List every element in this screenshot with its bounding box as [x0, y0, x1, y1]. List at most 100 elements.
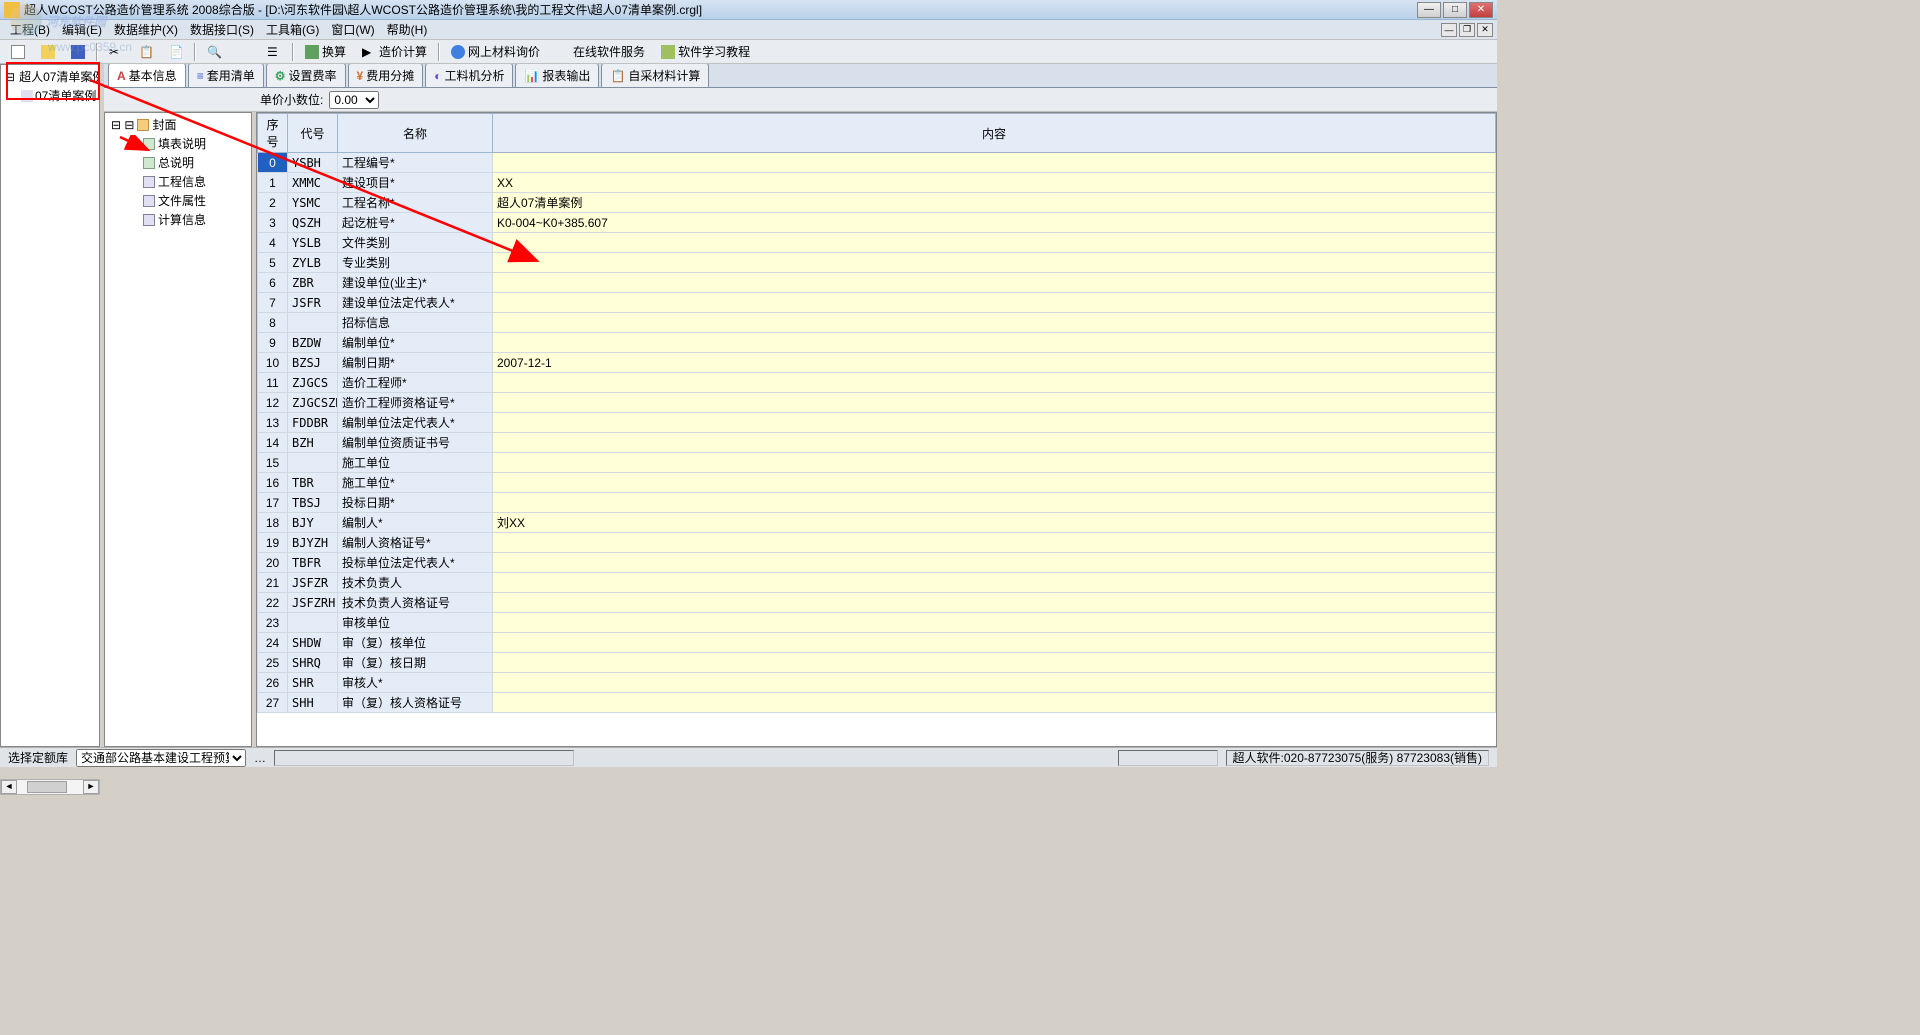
- cell-name[interactable]: 编制单位*: [338, 333, 493, 353]
- cell-name[interactable]: 审（复）核人资格证号: [338, 693, 493, 713]
- table-row[interactable]: 18 BJY 编制人* 刘XX: [258, 513, 1496, 533]
- tab-0[interactable]: A基本信息: [108, 64, 186, 87]
- cell-name[interactable]: 造价工程师资格证号*: [338, 393, 493, 413]
- cell-name[interactable]: 招标信息: [338, 313, 493, 333]
- toolbar-list[interactable]: ☰: [260, 42, 288, 62]
- table-row[interactable]: 24 SHDW 审（复）核单位: [258, 633, 1496, 653]
- tab-1[interactable]: ≡套用清单: [188, 64, 264, 87]
- toolbar-save[interactable]: [64, 42, 92, 62]
- toolbar-online-price[interactable]: 网上材料询价: [444, 40, 547, 63]
- table-row[interactable]: 20 TBFR 投标单位法定代表人*: [258, 553, 1496, 573]
- cell-name[interactable]: 审（复）核单位: [338, 633, 493, 653]
- cell-content[interactable]: [493, 433, 1496, 453]
- col-header-1[interactable]: 代号: [288, 114, 338, 153]
- col-header-2[interactable]: 名称: [338, 114, 493, 153]
- cell-code[interactable]: BZSJ: [288, 353, 338, 373]
- section-node-4[interactable]: 文件属性: [107, 191, 249, 210]
- table-row[interactable]: 11 ZJGCS 造价工程师*: [258, 373, 1496, 393]
- cell-content[interactable]: [493, 413, 1496, 433]
- cell-name[interactable]: 工程名称*: [338, 193, 493, 213]
- cell-content[interactable]: [493, 453, 1496, 473]
- table-row[interactable]: 16 TBR 施工单位*: [258, 473, 1496, 493]
- table-row[interactable]: 9 BZDW 编制单位*: [258, 333, 1496, 353]
- tab-3[interactable]: ¥费用分摊: [348, 64, 424, 87]
- table-row[interactable]: 0 YSBH 工程编号*: [258, 153, 1496, 173]
- cell-name[interactable]: 建设项目*: [338, 173, 493, 193]
- table-row[interactable]: 25 SHRQ 审（复）核日期: [258, 653, 1496, 673]
- cell-content[interactable]: XX: [493, 173, 1496, 193]
- section-node-1[interactable]: 填表说明: [107, 134, 249, 153]
- cell-code[interactable]: JSFZR: [288, 573, 338, 593]
- cell-name[interactable]: 编制人*: [338, 513, 493, 533]
- section-node-2[interactable]: 总说明: [107, 153, 249, 172]
- cell-name[interactable]: 审核单位: [338, 613, 493, 633]
- cell-content[interactable]: [493, 313, 1496, 333]
- cell-content[interactable]: [493, 373, 1496, 393]
- table-row[interactable]: 6 ZBR 建设单位(业主)*: [258, 273, 1496, 293]
- section-node-3[interactable]: 工程信息: [107, 172, 249, 191]
- cell-code[interactable]: YSLB: [288, 233, 338, 253]
- mdi-close[interactable]: ✕: [1477, 23, 1493, 37]
- menu-edit[interactable]: 编辑(E): [56, 19, 108, 40]
- cell-content[interactable]: 刘XX: [493, 513, 1496, 533]
- cell-code[interactable]: BJYZH: [288, 533, 338, 553]
- cell-name[interactable]: 起讫桩号*: [338, 213, 493, 233]
- cell-content[interactable]: [493, 493, 1496, 513]
- cell-content[interactable]: [493, 633, 1496, 653]
- cell-name[interactable]: 审核人*: [338, 673, 493, 693]
- cell-code[interactable]: XMMC: [288, 173, 338, 193]
- table-row[interactable]: 8 招标信息: [258, 313, 1496, 333]
- close-button[interactable]: ✕: [1469, 2, 1493, 18]
- cell-name[interactable]: 投标日期*: [338, 493, 493, 513]
- cell-content[interactable]: 超人07清单案例: [493, 193, 1496, 213]
- cell-content[interactable]: [493, 273, 1496, 293]
- cell-content[interactable]: [493, 573, 1496, 593]
- mdi-restore[interactable]: ❐: [1459, 23, 1475, 37]
- cell-name[interactable]: 施工单位*: [338, 473, 493, 493]
- cell-code[interactable]: TBSJ: [288, 493, 338, 513]
- table-row[interactable]: 26 SHR 审核人*: [258, 673, 1496, 693]
- cell-code[interactable]: ZYLB: [288, 253, 338, 273]
- cell-code[interactable]: TBFR: [288, 553, 338, 573]
- table-row[interactable]: 13 FDDBR 编制单位法定代表人*: [258, 413, 1496, 433]
- cell-content[interactable]: [493, 553, 1496, 573]
- menu-data-interface[interactable]: 数据接口(S): [184, 19, 260, 40]
- table-row[interactable]: 10 BZSJ 编制日期* 2007-12-1: [258, 353, 1496, 373]
- maximize-button[interactable]: □: [1443, 2, 1467, 18]
- cell-name[interactable]: 建设单位法定代表人*: [338, 293, 493, 313]
- tab-5[interactable]: 📊报表输出: [515, 64, 599, 87]
- cell-name[interactable]: 建设单位(业主)*: [338, 273, 493, 293]
- table-row[interactable]: 12 ZJGCSZH 造价工程师资格证号*: [258, 393, 1496, 413]
- cell-content[interactable]: [493, 653, 1496, 673]
- col-header-3[interactable]: 内容: [493, 114, 1496, 153]
- cell-content[interactable]: [493, 613, 1496, 633]
- cell-content[interactable]: [493, 233, 1496, 253]
- toolbar-cut[interactable]: ✂: [102, 42, 130, 62]
- table-row[interactable]: 15 施工单位: [258, 453, 1496, 473]
- table-row[interactable]: 19 BJYZH 编制人资格证号*: [258, 533, 1496, 553]
- cell-content[interactable]: [493, 293, 1496, 313]
- table-row[interactable]: 27 SHH 审（复）核人资格证号: [258, 693, 1496, 713]
- quota-select[interactable]: 交通部公路基本建设工程预算定额1996: [76, 749, 246, 767]
- toolbar-paste[interactable]: 📄: [162, 42, 190, 62]
- table-row[interactable]: 21 JSFZR 技术负责人: [258, 573, 1496, 593]
- cell-code[interactable]: SHH: [288, 693, 338, 713]
- cell-content[interactable]: [493, 673, 1496, 693]
- cell-code[interactable]: SHRQ: [288, 653, 338, 673]
- menu-project[interactable]: 工程(B): [4, 19, 56, 40]
- table-row[interactable]: 22 JSFZRH 技术负责人资格证号: [258, 593, 1496, 613]
- cell-content[interactable]: [493, 693, 1496, 713]
- col-header-0[interactable]: 序号: [258, 114, 288, 153]
- tree-root[interactable]: ⊟ 超人07清单案例: [3, 67, 97, 86]
- cell-content[interactable]: [493, 533, 1496, 553]
- toolbar-calc[interactable]: 换算: [298, 40, 353, 63]
- cell-name[interactable]: 造价工程师*: [338, 373, 493, 393]
- cell-name[interactable]: 文件类别: [338, 233, 493, 253]
- cell-code[interactable]: ZJGCSZH: [288, 393, 338, 413]
- tab-2[interactable]: ⚙设置费率: [266, 64, 346, 87]
- toolbar-cost-calc[interactable]: ▶造价计算: [355, 40, 434, 63]
- cell-content[interactable]: [493, 473, 1496, 493]
- cell-content[interactable]: 2007-12-1: [493, 353, 1496, 373]
- cell-code[interactable]: YSBH: [288, 153, 338, 173]
- cell-name[interactable]: 技术负责人资格证号: [338, 593, 493, 613]
